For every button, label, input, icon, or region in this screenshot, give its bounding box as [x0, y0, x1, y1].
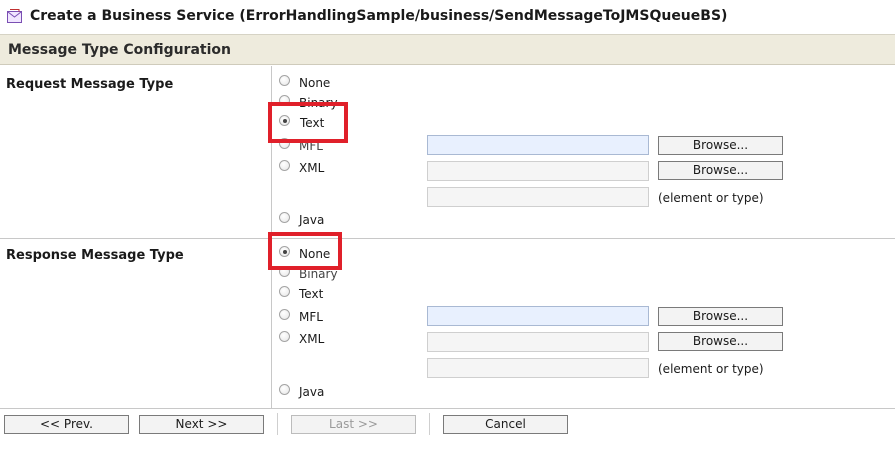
response-option-mfl-label: MFL: [299, 310, 323, 324]
request-element-input[interactable]: [427, 187, 649, 207]
business-service-icon: [7, 9, 22, 23]
prev-button[interactable]: << Prev.: [4, 415, 129, 434]
row-divider: [0, 238, 895, 239]
nav-separator: [429, 413, 430, 435]
window-title: Create a Business Service (ErrorHandling…: [30, 8, 728, 24]
nav-separator: [277, 413, 278, 435]
response-element-hint: (element or type): [658, 362, 764, 376]
section-header: Message Type Configuration: [0, 34, 895, 65]
cancel-button[interactable]: Cancel: [443, 415, 568, 434]
response-radio-java[interactable]: [279, 384, 290, 395]
response-element-input[interactable]: [427, 358, 649, 378]
request-xml-input[interactable]: [427, 161, 649, 181]
title-bar: Create a Business Service (ErrorHandling…: [0, 0, 895, 34]
response-option-java-label: Java: [299, 385, 325, 399]
request-radio-java[interactable]: [279, 212, 290, 223]
next-button[interactable]: Next >>: [139, 415, 264, 434]
response-mfl-input[interactable]: [427, 306, 649, 326]
request-mfl-input[interactable]: [427, 135, 649, 155]
footer-divider: [0, 408, 895, 409]
response-mfl-browse-button[interactable]: Browse...: [658, 307, 783, 326]
response-option-xml-label: XML: [299, 332, 325, 346]
request-message-type-label: Request Message Type: [6, 77, 174, 92]
request-option-none-label: None: [299, 76, 331, 90]
response-option-text-label: Text: [299, 287, 324, 301]
request-radio-none[interactable]: [279, 75, 290, 86]
response-radio-xml[interactable]: [279, 331, 290, 342]
response-message-type-label: Response Message Type: [6, 248, 184, 263]
request-xml-browse-button[interactable]: Browse...: [658, 161, 783, 180]
request-option-xml-label: XML: [299, 161, 325, 175]
response-radio-text[interactable]: [279, 286, 290, 297]
response-xml-input[interactable]: [427, 332, 649, 352]
response-none-highlight-box: [268, 232, 342, 270]
request-radio-xml[interactable]: [279, 160, 290, 171]
request-option-java-label: Java: [299, 213, 325, 227]
section-title: Message Type Configuration: [8, 42, 231, 58]
last-button: Last >>: [291, 415, 416, 434]
request-mfl-browse-button[interactable]: Browse...: [658, 136, 783, 155]
request-element-hint: (element or type): [658, 191, 764, 205]
response-xml-browse-button[interactable]: Browse...: [658, 332, 783, 351]
request-text-highlight-box: [268, 102, 348, 143]
response-radio-mfl[interactable]: [279, 309, 290, 320]
